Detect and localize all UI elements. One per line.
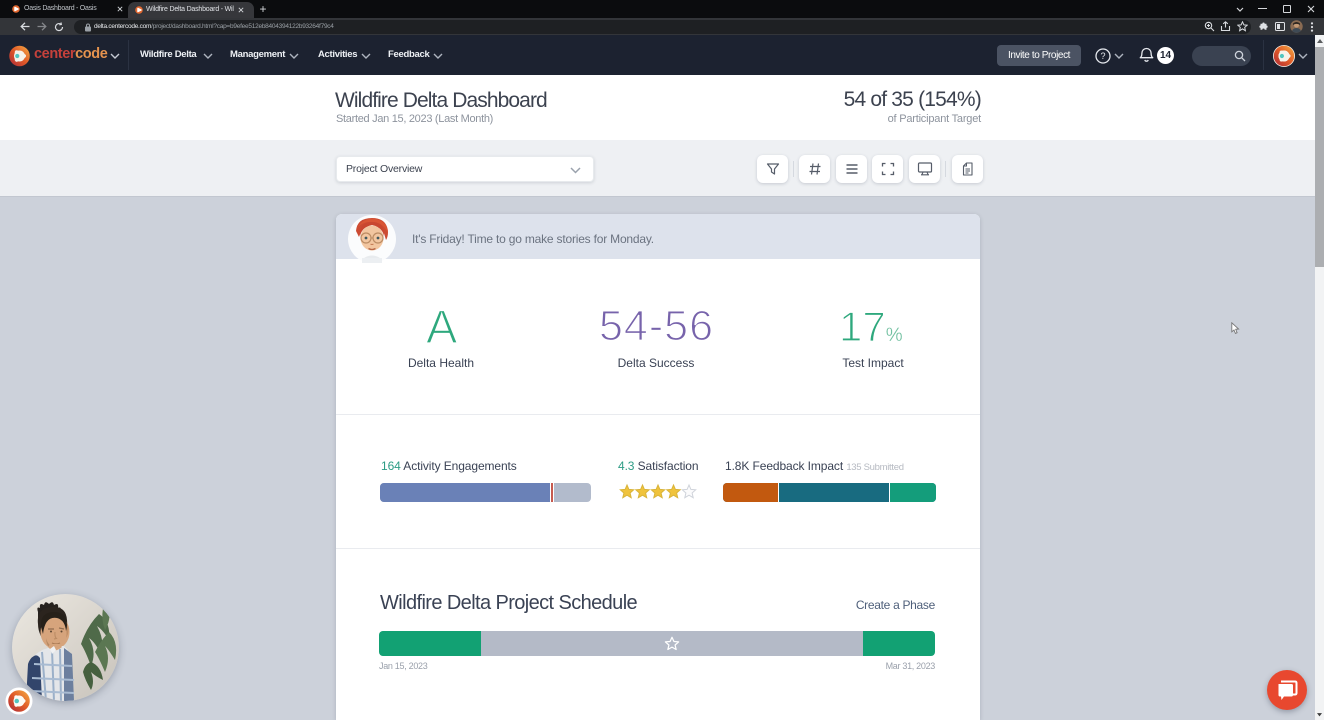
svg-text:?: ? (1100, 51, 1105, 61)
